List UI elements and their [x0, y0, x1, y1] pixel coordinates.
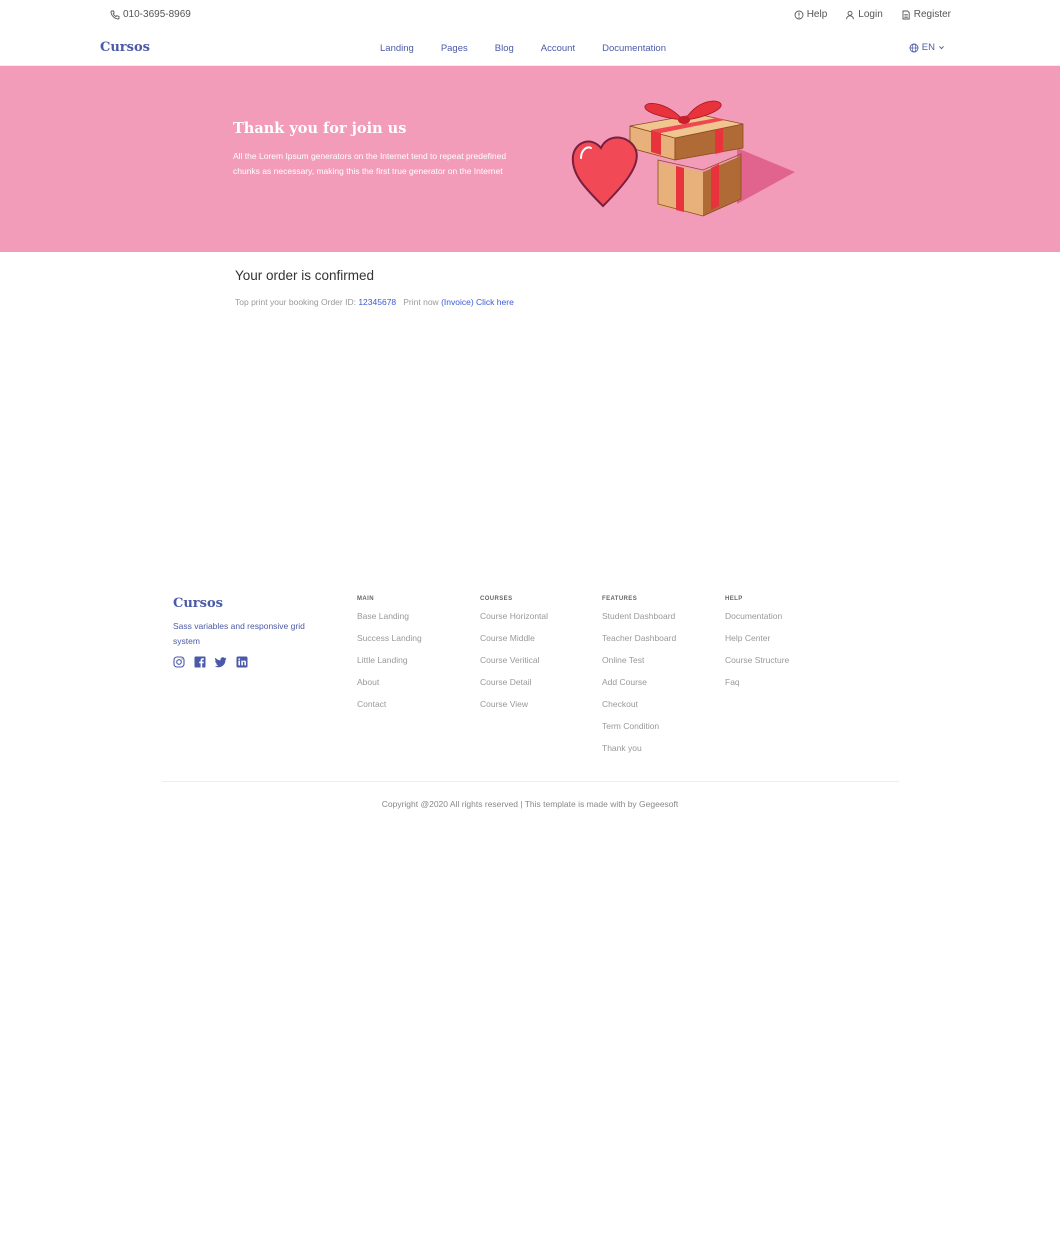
register-link[interactable]: Register [901, 9, 951, 20]
login-link[interactable]: Login [845, 9, 883, 20]
footer-link[interactable]: Documentation [725, 609, 789, 631]
footer-column-heading: HELP [725, 596, 743, 602]
brand-logo[interactable]: Cursos [100, 40, 150, 55]
footer-link[interactable]: Course Veritical [480, 653, 548, 675]
help-label: Help [806, 9, 828, 20]
document-icon [902, 10, 910, 19]
footer-column-features: FEATURES Student Dashboard Teacher Dashb… [602, 596, 676, 763]
footer-column-heading: MAIN [357, 596, 374, 602]
main-navbar: Cursos Landing Pages Blog Account Docume… [0, 30, 1060, 66]
footer-link[interactable]: Little Landing [357, 653, 422, 675]
footer-column-help: HELP Documentation Help Center Course St… [725, 596, 789, 697]
footer-link[interactable]: Course Detail [480, 675, 548, 697]
footer-column-heading: COURSES [480, 596, 513, 602]
print-now-label: Print now [403, 297, 439, 307]
chevron-down-icon [939, 46, 944, 50]
footer-brand-logo[interactable]: Cursos [173, 596, 223, 611]
login-label: Login [858, 9, 883, 20]
info-circle-icon [794, 10, 804, 19]
linkedin-icon[interactable] [236, 655, 248, 668]
footer-column-courses: COURSES Course Horizontal Course Middle … [480, 596, 548, 719]
globe-icon [909, 43, 919, 52]
footer-divider [162, 781, 899, 782]
invoice-link[interactable]: (Invoice) Click here [441, 297, 514, 307]
footer-link[interactable]: Student Dashboard [602, 609, 676, 631]
nav-item-documentation[interactable]: Documentation [602, 43, 666, 54]
phone-icon [110, 10, 120, 19]
thank-you-hero: Thank you for join us All the Lorem Ipsu… [0, 66, 1060, 252]
social-links [173, 655, 248, 668]
nav-item-landing[interactable]: Landing [380, 43, 414, 54]
heart-shape [571, 136, 638, 208]
footer-tagline: Sass variables and responsive grid syste… [173, 621, 305, 646]
order-id-prefix: Top print your booking Order ID: [235, 297, 356, 307]
footer-link[interactable]: Online Test [602, 653, 676, 675]
footer-column-heading: FEATURES [602, 596, 638, 602]
footer-link[interactable]: Faq [725, 675, 789, 697]
footer-link[interactable]: Base Landing [357, 609, 422, 631]
register-label: Register [913, 9, 951, 20]
phone-text: 010-3695-8969 [123, 9, 191, 20]
gift-shadow [737, 148, 795, 204]
top-bar: 010-3695-8969 Help Login Register [0, 0, 1060, 30]
copyright-text: Copyright @2020 All rights reserved | Th… [381, 799, 679, 809]
footer-link[interactable]: Course Middle [480, 631, 548, 653]
hero-description: All the Lorem Ipsum generators on the In… [233, 151, 507, 176]
footer-link[interactable]: Term Condition [602, 719, 676, 741]
nav-item-account[interactable]: Account [541, 43, 575, 54]
footer-link[interactable]: Add Course [602, 675, 676, 697]
twitter-icon[interactable] [214, 655, 227, 668]
phone-number[interactable]: 010-3695-8969 [110, 9, 191, 20]
user-icon [846, 10, 855, 19]
gift-heart-illustration [571, 100, 795, 217]
footer-link[interactable]: About [357, 675, 422, 697]
footer-link[interactable]: Checkout [602, 697, 676, 719]
footer-link[interactable]: Teacher Dashboard [602, 631, 676, 653]
nav-item-pages[interactable]: Pages [441, 43, 468, 54]
instagram-icon[interactable] [173, 655, 185, 668]
gift-box-side [703, 156, 741, 216]
footer-link[interactable]: Course View [480, 697, 548, 719]
footer-link[interactable]: Help Center [725, 631, 789, 653]
footer-link[interactable]: Course Structure [725, 653, 789, 675]
nav-item-blog[interactable]: Blog [495, 43, 514, 54]
footer-link[interactable]: Success Landing [357, 631, 422, 653]
order-info-line: Top print your booking Order ID: 1234567… [235, 297, 514, 307]
facebook-icon[interactable] [194, 655, 206, 668]
footer-link[interactable]: Course Horizontal [480, 609, 548, 631]
language-selector[interactable]: EN [909, 42, 945, 53]
hero-title: Thank you for join us [233, 120, 407, 137]
order-id-link[interactable]: 12345678 [358, 297, 396, 307]
footer-column-main: MAIN Base Landing Success Landing Little… [357, 596, 422, 719]
nav-links: Landing Pages Blog Account Documentation [380, 43, 693, 54]
language-label: EN [921, 42, 935, 53]
footer-link[interactable]: Contact [357, 697, 422, 719]
help-link[interactable]: Help [794, 9, 828, 20]
footer-link[interactable]: Thank you [602, 741, 676, 763]
order-confirmed-title: Your order is confirmed [235, 268, 375, 283]
